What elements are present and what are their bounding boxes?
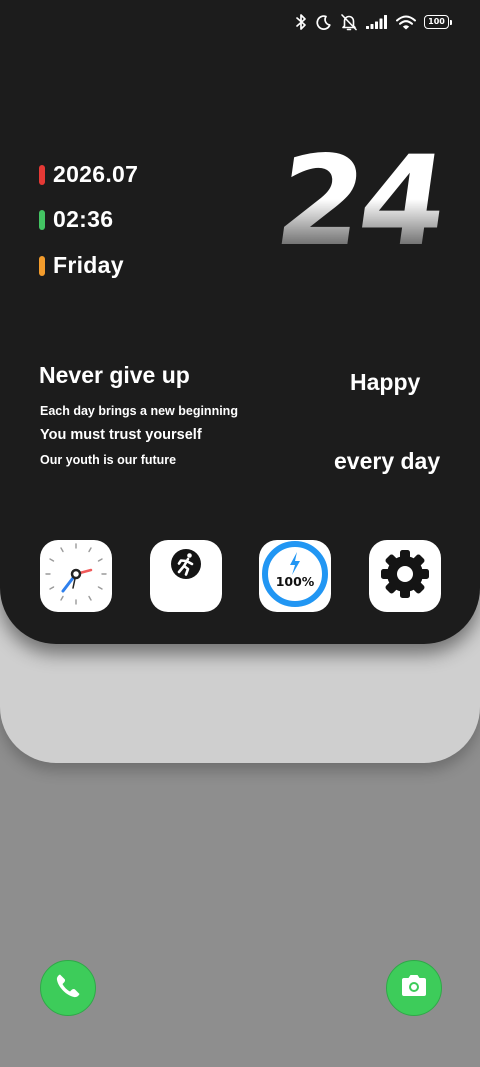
weekday-row: Friday — [39, 252, 124, 279]
quote-line-2: You must trust yourself — [40, 427, 202, 443]
date-row: 2026.07 — [39, 161, 138, 188]
settings-app[interactable] — [369, 540, 441, 612]
fitness-app[interactable] — [150, 540, 222, 612]
battery-level: 100 — [424, 15, 449, 29]
status-bar: 100 — [0, 0, 480, 46]
quote-title: Never give up — [39, 362, 190, 388]
clock-app[interactable] — [40, 540, 112, 612]
widget-card[interactable]: 2026.07 02:36 Friday 24 Never give up Ea… — [0, 0, 480, 644]
time-label: 02:36 — [53, 206, 114, 232]
time-row: 02:36 — [39, 206, 113, 233]
happy-text: Happy — [350, 369, 421, 395]
quote-line-1: Each day brings a new beginning — [40, 404, 238, 418]
date-label: 2026.07 — [53, 161, 139, 187]
wifi-icon — [396, 15, 416, 30]
weekday-indicator — [39, 255, 45, 276]
bluetooth-icon — [295, 13, 307, 31]
weekday-label: Friday — [53, 252, 124, 278]
gear-icon — [369, 538, 441, 615]
day-number: 24 — [256, 130, 464, 274]
camera-app[interactable] — [386, 960, 442, 1016]
clock-icon — [40, 538, 112, 615]
signal-icon — [366, 15, 388, 29]
battery-app[interactable]: 100% — [259, 540, 331, 612]
status-icons: 100 — [295, 13, 452, 31]
battery-percent: 100% — [276, 574, 315, 589]
date-indicator — [39, 164, 45, 185]
bell-off-icon — [340, 13, 358, 31]
moon-icon — [315, 14, 332, 31]
quote-line-3: Our youth is our future — [40, 453, 177, 467]
every-day-text: every day — [334, 448, 441, 474]
camera-icon — [399, 972, 429, 1005]
phone-app[interactable] — [40, 960, 96, 1016]
running-icon — [150, 538, 222, 615]
battery-icon: 100 — [424, 15, 452, 29]
battery-charge-icon: 100% — [259, 538, 331, 615]
time-indicator — [39, 209, 45, 230]
phone-icon — [53, 971, 83, 1006]
